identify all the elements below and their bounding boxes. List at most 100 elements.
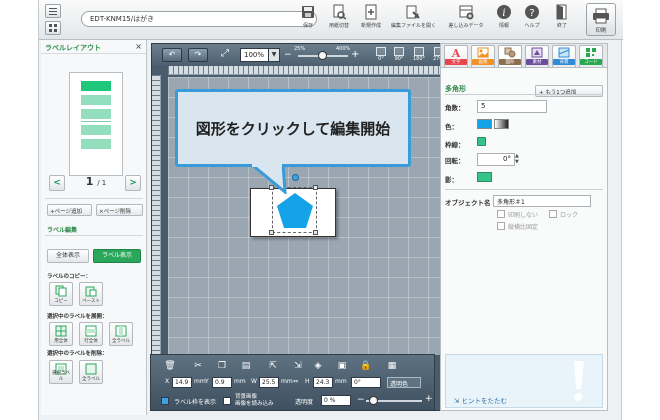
- corners-label: 角数：: [445, 104, 465, 112]
- exit-button[interactable]: 終了: [547, 4, 577, 29]
- background-image-checkbox[interactable]: [223, 397, 231, 405]
- view-90-label: 90°: [394, 56, 404, 62]
- expand-all-button[interactable]: 用全体: [49, 322, 73, 346]
- rotate-stepper[interactable]: ▲ ▼: [515, 153, 519, 165]
- rotate-180-button[interactable]: 180°: [412, 47, 426, 63]
- help-button[interactable]: ? ヘルプ: [517, 4, 547, 29]
- opacity-decrease-button[interactable]: −: [357, 395, 365, 405]
- opacity-input[interactable]: 0 %: [321, 395, 351, 406]
- load-image-button[interactable]: 画像を読み込み: [235, 399, 274, 407]
- rotate-0-button[interactable]: 0°: [374, 47, 388, 63]
- corners-select[interactable]: 5: [477, 100, 547, 113]
- layout-grid-button[interactable]: [45, 21, 61, 35]
- next-page-button[interactable]: >: [125, 175, 141, 191]
- close-icon[interactable]: ×: [135, 42, 142, 51]
- paste-button[interactable]: ペースト: [79, 282, 103, 306]
- x-input[interactable]: 14.9: [172, 377, 192, 388]
- gradient-swatch[interactable]: [494, 119, 509, 129]
- group-button[interactable]: ▣: [335, 359, 349, 373]
- properties-button[interactable]: ▦: [385, 359, 399, 373]
- object-name-input[interactable]: 多角形＃1: [493, 195, 591, 207]
- document-name-field[interactable]: EDT-KNM15/はがき: [81, 11, 317, 27]
- width-input[interactable]: 25.5: [259, 377, 279, 388]
- color-label: 色：: [445, 123, 458, 131]
- show-frame-checkbox[interactable]: [161, 397, 169, 405]
- tab-code[interactable]: コード: [579, 45, 603, 67]
- menu-button[interactable]: [45, 4, 61, 18]
- tab-background[interactable]: 背景: [552, 45, 576, 67]
- aspect-link-icon[interactable]: ⇔: [293, 378, 298, 385]
- zoom-in-button[interactable]: +: [351, 49, 359, 60]
- shadow-color-swatch[interactable]: [477, 172, 492, 182]
- open-file-button[interactable]: 編集ファイルを開く: [391, 4, 436, 29]
- lock-checkbox[interactable]: [549, 210, 557, 218]
- expand-section-label: 選択中のラベルを展開：: [47, 314, 108, 320]
- bring-front-icon: ⇱: [269, 361, 277, 371]
- show-all-button[interactable]: 全体表示: [47, 249, 89, 263]
- y-label: Y: [205, 378, 209, 385]
- expand-row-button[interactable]: 行全体: [79, 322, 103, 346]
- copy-object-button[interactable]: ❐: [215, 359, 229, 373]
- zoom-slider-handle[interactable]: [318, 51, 327, 60]
- label-slot[interactable]: [81, 125, 111, 135]
- y-unit: mm: [234, 378, 246, 385]
- lock-button[interactable]: 🔒: [359, 359, 373, 373]
- delete-selected-button[interactable]: 選択ラベル: [49, 360, 73, 384]
- cut-button[interactable]: ✂: [191, 359, 205, 373]
- pentagon-shape[interactable]: [275, 191, 315, 231]
- y-input[interactable]: 0.9: [212, 377, 232, 388]
- resize-handle[interactable]: [313, 185, 318, 190]
- delete-object-button[interactable]: 🗑: [163, 359, 177, 373]
- tab-shape[interactable]: 図形: [498, 45, 522, 67]
- label-layout-thumbnail[interactable]: [69, 72, 123, 176]
- fill-button[interactable]: ◈: [311, 359, 325, 373]
- help-label: ヘルプ: [524, 23, 540, 29]
- text-icon: A: [451, 47, 461, 58]
- bring-front-button[interactable]: ⇱: [266, 359, 280, 373]
- label-slot-selected[interactable]: [81, 81, 111, 91]
- paper-switch-button[interactable]: 用紙切替: [321, 4, 357, 29]
- resize-handle[interactable]: [269, 230, 274, 235]
- add-page-button[interactable]: +ページ追加: [47, 204, 92, 216]
- rotate-90-button[interactable]: 90°: [392, 47, 406, 63]
- label-slot[interactable]: [81, 139, 111, 149]
- delete-all-button[interactable]: 全ラベル: [79, 360, 103, 384]
- border-setting-button[interactable]: [477, 137, 486, 146]
- send-back-button[interactable]: ⇲: [291, 359, 305, 373]
- label-slot[interactable]: [81, 95, 111, 105]
- copy-button[interactable]: コピー: [49, 282, 73, 306]
- rotate-input[interactable]: 0°: [477, 153, 515, 166]
- show-label-button[interactable]: ラベル表示: [93, 249, 141, 263]
- no-print-label: 印刷しない: [508, 212, 539, 219]
- undo-button[interactable]: ↶: [162, 48, 182, 62]
- paste-object-button[interactable]: ▤: [239, 359, 253, 373]
- fit-screen-button[interactable]: ⤢: [216, 48, 234, 62]
- tab-text[interactable]: A 文字: [444, 45, 468, 67]
- add-another-button[interactable]: + もう1つ追加: [535, 85, 603, 97]
- expand-column-button[interactable]: 全ラベル: [109, 322, 133, 346]
- label-slot[interactable]: [81, 109, 111, 119]
- transparent-color-button[interactable]: 透明色: [387, 377, 421, 388]
- code-icon: [586, 48, 596, 57]
- zoom-dropdown-button[interactable]: ▼: [268, 48, 280, 62]
- opacity-slider-handle[interactable]: [369, 396, 378, 405]
- angle-input[interactable]: 0°: [351, 377, 381, 388]
- zoom-out-button[interactable]: −: [284, 50, 292, 60]
- new-document-button[interactable]: 新規作成: [353, 4, 389, 29]
- no-print-checkbox[interactable]: [497, 210, 505, 218]
- height-input[interactable]: 24.3: [313, 377, 333, 388]
- fill-color-swatch[interactable]: [477, 119, 492, 129]
- zoom-min-label: 25%: [294, 46, 306, 52]
- tab-image[interactable]: 画像: [471, 45, 495, 67]
- redo-button[interactable]: ↷: [188, 48, 208, 62]
- prev-page-button[interactable]: <: [49, 175, 65, 191]
- chevron-down-icon: ▼: [271, 51, 277, 58]
- info-button[interactable]: i 情報: [489, 4, 519, 29]
- tab-material[interactable]: 素材: [525, 45, 549, 67]
- fix-aspect-checkbox[interactable]: [497, 222, 505, 230]
- collapse-hint-button[interactable]: ⇲ ヒントをたたむ: [454, 395, 507, 405]
- delete-page-button[interactable]: ×ページ削除: [96, 204, 143, 216]
- opacity-increase-button[interactable]: +: [425, 394, 433, 404]
- print-button[interactable]: 印刷: [586, 3, 616, 36]
- merge-data-button[interactable]: 差し込みデータ: [446, 4, 486, 29]
